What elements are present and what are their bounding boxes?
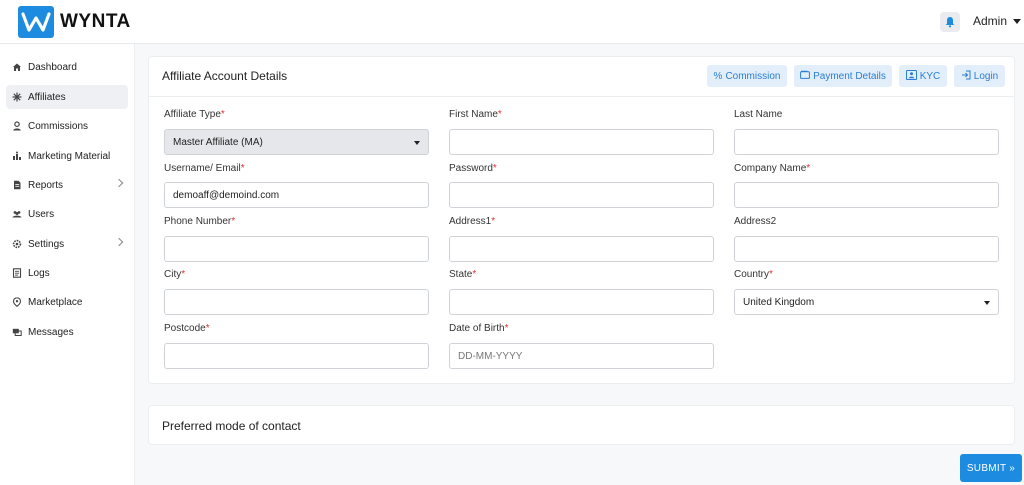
login-button[interactable]: Login — [954, 65, 1005, 87]
country-value: United Kingdom — [743, 296, 815, 308]
sidebar-item-marketplace[interactable]: Marketplace — [6, 290, 128, 314]
commission-label: Commission — [725, 70, 781, 82]
chevron-right-icon — [114, 237, 124, 247]
postcode-field[interactable] — [164, 343, 429, 369]
brand-logo[interactable]: WYNTA — [18, 6, 131, 38]
affiliate-type-select[interactable]: Master Affiliate (MA) — [164, 129, 429, 155]
sidebar-item-messages[interactable]: Messages — [6, 320, 128, 344]
home-icon — [12, 62, 22, 72]
preferred-contact-card[interactable]: Preferred mode of contact — [148, 405, 1015, 445]
sidebar-item-logs[interactable]: Logs — [6, 261, 128, 285]
city-field[interactable] — [164, 289, 429, 315]
users-icon — [12, 209, 22, 219]
sidebar: Dashboard Affiliates Commissions Marketi… — [0, 44, 135, 485]
affiliate-account-card: Affiliate Account Details % Commission P… — [148, 56, 1015, 384]
sidebar-item-label: Settings — [28, 238, 65, 250]
submit-button[interactable]: SUBMIT » — [960, 454, 1022, 482]
wallet-icon — [800, 70, 810, 82]
dropdown-arrow-icon — [414, 141, 420, 145]
sidebar-item-reports[interactable]: Reports — [6, 173, 128, 197]
sidebar-item-marketing-material[interactable]: Marketing Material — [6, 144, 128, 168]
state-label: State* — [449, 269, 477, 280]
company-name-field[interactable] — [734, 182, 999, 208]
username-label: Username/ Email* — [164, 163, 245, 174]
sidebar-item-label: Commissions — [28, 120, 89, 132]
marketplace-icon — [12, 297, 22, 307]
state-field[interactable] — [449, 289, 714, 315]
top-bar: WYNTA Admin — [0, 0, 1024, 44]
logo-icon — [18, 6, 54, 38]
affiliates-icon — [12, 92, 22, 102]
id-card-icon — [905, 69, 917, 83]
address2-label: Address2 — [734, 216, 777, 227]
sidebar-item-label: Messages — [28, 326, 74, 338]
sidebar-item-label: Dashboard — [28, 61, 77, 73]
dropdown-arrow-icon — [984, 301, 990, 305]
username-value: demoaff@demoind.com — [173, 189, 280, 201]
payment-details-button[interactable]: Payment Details — [794, 65, 892, 87]
sidebar-item-commissions[interactable]: Commissions — [6, 114, 128, 138]
gear-icon — [12, 239, 22, 249]
sidebar-item-affiliates[interactable]: Affiliates — [6, 85, 128, 109]
password-label: Password* — [449, 163, 497, 174]
preferred-contact-title: Preferred mode of contact — [162, 419, 301, 433]
address1-label: Address1* — [449, 216, 496, 227]
first-name-field[interactable] — [449, 129, 714, 155]
notification-bell-icon[interactable] — [940, 12, 960, 32]
payment-details-label: Payment Details — [813, 70, 886, 82]
kyc-button[interactable]: KYC — [899, 65, 947, 87]
logs-icon — [12, 268, 22, 278]
phone-number-field[interactable] — [164, 236, 429, 262]
user-name: Admin — [973, 14, 1008, 28]
address1-field[interactable] — [449, 236, 714, 262]
postcode-label: Postcode* — [164, 323, 210, 334]
chevron-down-icon — [1013, 18, 1022, 24]
commission-button[interactable]: % Commission — [707, 65, 787, 87]
messages-icon — [12, 327, 22, 337]
percent-icon: % — [713, 70, 723, 82]
sidebar-item-label: Users — [28, 208, 55, 220]
login-icon — [961, 70, 971, 83]
login-label: Login — [973, 70, 999, 82]
sidebar-item-label: Logs — [28, 267, 50, 279]
sidebar-item-label: Reports — [28, 179, 64, 191]
user-menu[interactable]: Admin — [973, 14, 1022, 28]
reports-icon — [12, 180, 22, 190]
last-name-field[interactable] — [734, 129, 999, 155]
commissions-icon — [12, 121, 22, 131]
sidebar-item-users[interactable]: Users — [6, 202, 128, 226]
card-header: Affiliate Account Details % Commission P… — [149, 57, 1014, 97]
brand-name: WYNTA — [60, 11, 131, 32]
phone-number-label: Phone Number* — [164, 216, 236, 227]
company-name-label: Company Name* — [734, 163, 811, 174]
country-select[interactable]: United Kingdom — [734, 289, 999, 315]
address2-field[interactable] — [734, 236, 999, 262]
card-title: Affiliate Account Details — [162, 69, 288, 83]
sidebar-item-label: Affiliates — [28, 91, 66, 103]
first-name-label: First Name* — [449, 109, 502, 120]
city-label: City* — [164, 269, 186, 280]
kyc-label: KYC — [919, 70, 941, 82]
sidebar-item-label: Marketplace — [28, 296, 83, 308]
affiliate-type-label: Affiliate Type* — [164, 109, 225, 120]
chevron-right-icon — [114, 178, 124, 188]
sidebar-item-label: Marketing Material — [28, 150, 111, 162]
dob-label: Date of Birth* — [449, 323, 509, 334]
sidebar-item-settings[interactable]: Settings — [6, 232, 128, 256]
sidebar-item-dashboard[interactable]: Dashboard — [6, 55, 128, 79]
username-email-field[interactable]: demoaff@demoind.com — [164, 182, 429, 208]
affiliate-type-value: Master Affiliate (MA) — [173, 136, 263, 148]
country-label: Country* — [734, 269, 773, 280]
dob-placeholder: DD-MM-YYYY — [458, 350, 523, 362]
dob-field[interactable]: DD-MM-YYYY — [449, 343, 714, 369]
marketing-icon — [12, 151, 22, 161]
password-field[interactable] — [449, 182, 714, 208]
last-name-label: Last Name — [734, 109, 783, 120]
